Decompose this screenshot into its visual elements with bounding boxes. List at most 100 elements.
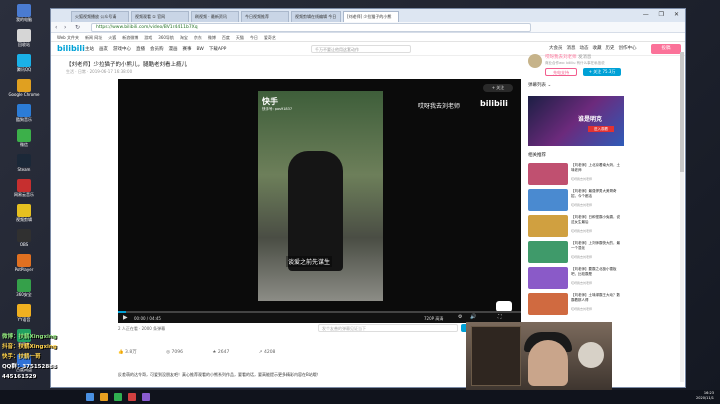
header-right-link[interactable]: 历史 bbox=[606, 46, 615, 51]
bookmark-item[interactable]: 天猫 bbox=[236, 35, 244, 40]
browser-tab[interactable]: 今日视频推荐 bbox=[241, 11, 289, 22]
browser-tab[interactable]: 视频剪辑在线编辑 今日 bbox=[291, 11, 341, 22]
back-icon[interactable]: ‹ bbox=[55, 24, 57, 31]
desktop-icon[interactable]: 我的电脑 bbox=[2, 4, 46, 28]
volume-icon[interactable]: 🔊 bbox=[470, 314, 476, 320]
window-controls[interactable]: — ❐ ✕ bbox=[643, 11, 683, 18]
like-button[interactable]: 👍 3.8万 bbox=[118, 350, 151, 355]
desktop-icon[interactable]: OBS bbox=[2, 229, 46, 253]
danmaku-list-header[interactable]: 弹幕列表 ⌄ bbox=[528, 82, 678, 88]
nav-link[interactable]: 主站 bbox=[85, 47, 94, 52]
desktop-icon[interactable]: 网易云音乐 bbox=[2, 179, 46, 203]
recommend-item[interactable]: 【刘老师】土味绿霸王大动？数霸着那人得 哎呀我去刘老师 bbox=[528, 293, 623, 315]
taskbar-browser-icon[interactable] bbox=[100, 393, 108, 401]
recommend-thumbnail[interactable] bbox=[528, 241, 568, 263]
nav-link[interactable]: 直播 bbox=[136, 47, 145, 52]
fullscreen-icon[interactable]: ⛶ bbox=[498, 314, 502, 320]
nav-link[interactable]: 漫画 bbox=[169, 47, 178, 52]
ad-button[interactable]: 进入观看 bbox=[588, 126, 614, 132]
desktop-icon[interactable]: Steam bbox=[2, 154, 46, 178]
uploader-avatar[interactable] bbox=[528, 54, 542, 68]
recommend-thumbnail[interactable] bbox=[528, 293, 568, 315]
message-link[interactable]: 发消息 bbox=[578, 55, 592, 60]
nav-link[interactable]: 下载APP bbox=[209, 47, 227, 52]
start-icon[interactable] bbox=[86, 393, 94, 401]
browser-tab[interactable]: 火狐视频播放 公众号请 bbox=[71, 11, 129, 22]
system-clock[interactable]: 16:23 2020/11/1 bbox=[696, 391, 714, 401]
recommend-thumbnail[interactable] bbox=[528, 215, 568, 237]
danmaku-input[interactable]: 发个友善的弹幕见证当下 bbox=[318, 324, 458, 332]
bookmark-item[interactable]: 游戏 bbox=[144, 35, 152, 40]
desktop-icon[interactable]: Google Chrome bbox=[2, 79, 46, 103]
charge-button[interactable]: 充电支持 bbox=[545, 68, 577, 76]
quality-select[interactable]: 720P 高清 bbox=[424, 316, 443, 322]
recommend-title-text[interactable]: 【刘老师】土味绿霸王大动？数霸着那人得 bbox=[571, 293, 623, 302]
scrollbar-thumb[interactable] bbox=[680, 52, 684, 172]
bookmark-item[interactable]: 今日 bbox=[250, 35, 258, 40]
header-right-link[interactable]: 收藏 bbox=[593, 46, 602, 51]
nav-link[interactable]: 赛事 bbox=[183, 47, 192, 52]
share-button[interactable]: ↗ 4208 bbox=[259, 350, 290, 355]
nav-link[interactable]: 画友 bbox=[99, 47, 108, 52]
bookmark-item[interactable]: 爱奇艺 bbox=[264, 35, 276, 40]
favorite-button[interactable]: ★ 2647 bbox=[212, 350, 243, 355]
video-player[interactable]: 快手 快手号: pos91837 谈爱之前先谋生 哎呀我去刘老师 bilibil… bbox=[118, 79, 521, 323]
recommend-thumbnail[interactable] bbox=[528, 267, 568, 289]
follow-button[interactable]: + 关注 75.3万 bbox=[583, 68, 621, 76]
url-input[interactable]: https://www.bilibili.com/video/BV1r4411b… bbox=[91, 23, 531, 32]
coin-button[interactable]: ◎ 7096 bbox=[166, 350, 197, 355]
desktop-icon[interactable]: 酷狗音乐 bbox=[2, 104, 46, 128]
header-right-link[interactable]: 动态 bbox=[580, 46, 589, 51]
recommend-thumbnail[interactable] bbox=[528, 163, 568, 185]
bookmark-item[interactable]: 新浪微博 bbox=[122, 35, 138, 40]
progress-bar[interactable] bbox=[118, 311, 521, 313]
refresh-icon[interactable]: ↻ bbox=[75, 24, 80, 31]
desktop-icon[interactable]: 视频剪辑 bbox=[2, 204, 46, 228]
player-follow-button[interactable]: + 关注 bbox=[483, 84, 513, 92]
play-icon[interactable]: ▶ bbox=[123, 314, 128, 321]
desktop-icon[interactable]: 360安全 bbox=[2, 279, 46, 303]
uploader-name[interactable]: 哎呀我去刘老师 发消息 bbox=[545, 54, 591, 60]
ad-banner[interactable]: 谁是明克 进入观看 bbox=[528, 96, 624, 146]
bilibili-logo[interactable]: bilibili bbox=[57, 44, 85, 53]
recommend-item[interactable]: 【刘老师】上北京看南大妈，土味老师 哎呀我去刘老师 bbox=[528, 163, 623, 185]
search-input[interactable]: 千万不要让他用这套动作 bbox=[311, 45, 411, 53]
browser-tab[interactable]: 刷视频 · 最新资讯 bbox=[191, 11, 239, 22]
desktop-icon[interactable]: 回收站 bbox=[2, 29, 46, 53]
bookmark-item[interactable]: Web 文件夹 bbox=[57, 35, 79, 40]
nav-link[interactable]: 会员购 bbox=[150, 47, 164, 52]
bookmark-item[interactable]: 微博 bbox=[208, 35, 216, 40]
bookmark-item[interactable]: 360导航 bbox=[158, 35, 174, 40]
bookmark-item[interactable]: 京东 bbox=[194, 35, 202, 40]
recommend-item[interactable]: 【刘老师】上刘师霸快大的，最一个混化 哎呀我去刘老师 bbox=[528, 241, 623, 263]
recommend-title-text[interactable]: 【刘老师】上刘师霸快大的，最一个混化 bbox=[571, 241, 623, 250]
desktop-icon[interactable]: YY语音 bbox=[2, 304, 46, 328]
header-right-link[interactable]: 创作中心 bbox=[619, 46, 637, 51]
taskbar-app-icon[interactable] bbox=[114, 393, 122, 401]
recommend-item[interactable]: 【刘老师】最强悍男大美哥奇招，今个都活 哎呀我去刘老师 bbox=[528, 189, 623, 211]
desktop-icon[interactable]: PotPlayer bbox=[2, 254, 46, 278]
bookmark-item[interactable]: 百度 bbox=[222, 35, 230, 40]
bookmark-item[interactable]: 淘宝 bbox=[180, 35, 188, 40]
desktop-icon[interactable]: 腾讯QQ bbox=[2, 54, 46, 78]
recommend-title-text[interactable]: 【刘老师】最强悍男大美哥奇招，今个都活 bbox=[571, 189, 623, 198]
desktop-icon[interactable]: 微信 bbox=[2, 129, 46, 153]
header-right-link[interactable]: 大会员 bbox=[549, 46, 563, 51]
taskbar-app-icon[interactable] bbox=[128, 393, 136, 401]
header-right-link[interactable]: 消息 bbox=[567, 46, 576, 51]
recommend-item[interactable]: 【刘老师】日和怪霸小兔霸，说这女生最后 哎呀我去刘老师 bbox=[528, 215, 623, 237]
recommend-title-text[interactable]: 【刘老师】日和怪霸小兔霸，说这女生最后 bbox=[571, 215, 623, 224]
bookmark-item[interactable]: 火狐 bbox=[108, 35, 116, 40]
browser-tab-active[interactable]: [刘老师] 少拉猫子的小熊 bbox=[343, 11, 399, 22]
page-scrollbar[interactable] bbox=[680, 52, 684, 382]
recommend-title-text[interactable]: 【刘老师】要霸之北极小雪板吧，比较霸是 bbox=[571, 267, 623, 276]
nav-link[interactable]: 游戏中心 bbox=[113, 47, 131, 52]
browser-tab[interactable]: 视频观看 ① 官网 bbox=[131, 11, 189, 22]
settings-icon[interactable]: ⚙ bbox=[458, 314, 462, 320]
nav-link[interactable]: BW bbox=[197, 47, 204, 52]
taskbar-app-icon[interactable] bbox=[142, 393, 150, 401]
recommend-thumbnail[interactable] bbox=[528, 189, 568, 211]
recommend-title-text[interactable]: 【刘老师】上北京看南大妈，土味老师 bbox=[571, 163, 623, 172]
forward-icon[interactable]: › bbox=[64, 24, 66, 31]
recommend-item[interactable]: 【刘老师】要霸之北极小雪板吧，比较霸是 哎呀我去刘老师 bbox=[528, 267, 623, 289]
